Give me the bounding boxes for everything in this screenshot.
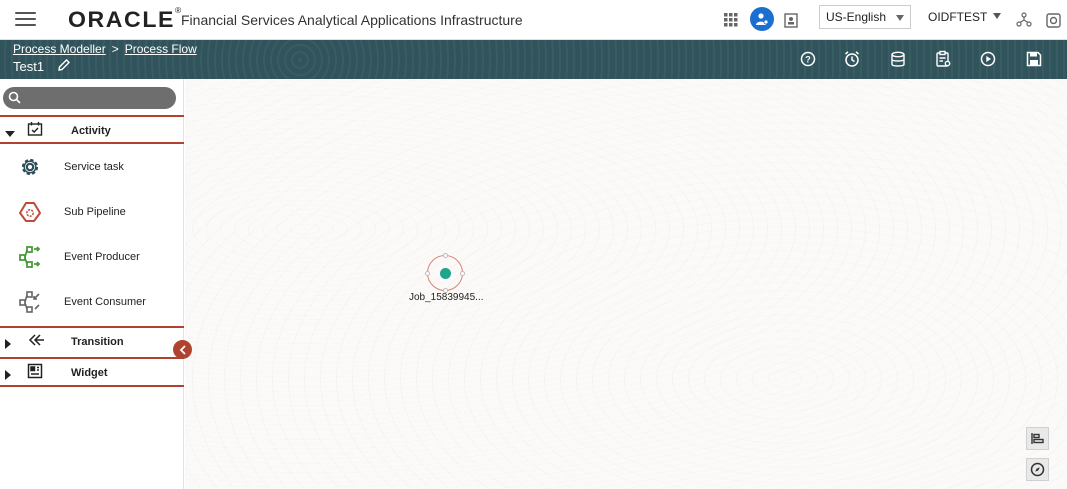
node-port-top[interactable] (443, 253, 448, 258)
user-name: OIDFTEST (928, 10, 988, 24)
hamburger-menu-icon[interactable] (15, 12, 36, 26)
section-label: Transition (71, 336, 124, 348)
palette-item-event-producer[interactable]: Event Producer (0, 235, 184, 279)
breadcrumb-separator: > (111, 42, 119, 56)
align-bars-icon (1030, 433, 1044, 444)
palette-item-event-consumer[interactable]: Event Consumer (0, 280, 184, 324)
flow-node[interactable] (425, 253, 465, 293)
oracle-logo: ORACLE® (68, 5, 183, 32)
app-title: Financial Services Analytical Applicatio… (181, 12, 523, 28)
process-canvas[interactable]: Job_15839945... (185, 79, 1067, 489)
component-palette: Activity Service task Sub Pipeline Event… (0, 79, 184, 489)
breadcrumb-process-flow[interactable]: Process Flow (125, 42, 197, 56)
search-input[interactable] (23, 87, 171, 109)
caret-right-icon (5, 367, 13, 385)
hierarchy-icon[interactable] (1013, 9, 1035, 31)
database-icon[interactable] (887, 48, 909, 70)
navigator-button[interactable] (1026, 458, 1049, 481)
language-select[interactable]: US-English (819, 5, 911, 29)
alarm-clock-icon[interactable] (841, 48, 863, 70)
sub-pipeline-icon (17, 199, 43, 225)
compass-icon (1030, 462, 1045, 477)
apps-grid-icon[interactable] (720, 9, 742, 31)
event-producer-icon (17, 244, 43, 270)
pencil-icon[interactable] (57, 58, 71, 77)
node-port-right[interactable] (460, 271, 465, 276)
palette-item-label: Event Producer (64, 251, 140, 263)
svg-text:?: ? (805, 55, 811, 65)
chevron-down-icon (896, 15, 904, 21)
breadcrumb-process-modeller[interactable]: Process Modeller (13, 42, 106, 56)
section-widget[interactable]: Widget (0, 357, 184, 387)
section-label: Widget (71, 367, 108, 379)
contact-card-icon[interactable] (780, 9, 802, 31)
play-icon[interactable] (977, 48, 999, 70)
language-select-value: US-English (826, 10, 887, 24)
palette-item-label: Service task (64, 161, 124, 173)
caret-down-icon (5, 126, 15, 144)
help-center-icon[interactable] (1042, 9, 1064, 31)
clipboard-settings-icon[interactable] (932, 48, 954, 70)
chevron-down-icon (993, 13, 1002, 19)
section-activity[interactable]: Activity (0, 115, 184, 144)
save-icon[interactable] (1023, 48, 1045, 70)
help-icon[interactable]: ? (797, 48, 819, 70)
event-consumer-icon (17, 289, 43, 315)
user-profile-icon[interactable] (750, 7, 774, 31)
node-status-dot (440, 268, 451, 279)
breadcrumb: Process Modeller > Process Flow (13, 42, 197, 56)
palette-item-label: Sub Pipeline (64, 206, 126, 218)
section-label: Activity (71, 125, 111, 137)
top-bar: ORACLE® Financial Services Analytical Ap… (0, 0, 1067, 40)
caret-right-icon (5, 336, 13, 354)
layout-tool-button[interactable] (1026, 427, 1049, 450)
search-icon (8, 91, 21, 109)
palette-item-sub-pipeline[interactable]: Sub Pipeline (0, 190, 184, 234)
collapse-palette-button[interactable] (173, 340, 192, 359)
user-menu[interactable]: OIDFTEST (928, 10, 1002, 24)
gear-icon (17, 154, 43, 180)
node-port-left[interactable] (425, 271, 430, 276)
palette-item-label: Event Consumer (64, 296, 146, 308)
calendar-check-icon (27, 121, 43, 142)
page-header-bar: Process Modeller > Process Flow Test1 ? (0, 40, 1067, 79)
node-label: Job_15839945... (409, 292, 484, 303)
palette-item-service-task[interactable]: Service task (0, 145, 184, 189)
widget-icon (27, 363, 43, 384)
chevron-left-icon (179, 344, 186, 355)
palette-search[interactable] (3, 87, 176, 109)
flow-name: Test1 (13, 59, 45, 74)
section-transition[interactable]: Transition (0, 326, 184, 355)
double-arrow-left-icon (27, 332, 45, 353)
